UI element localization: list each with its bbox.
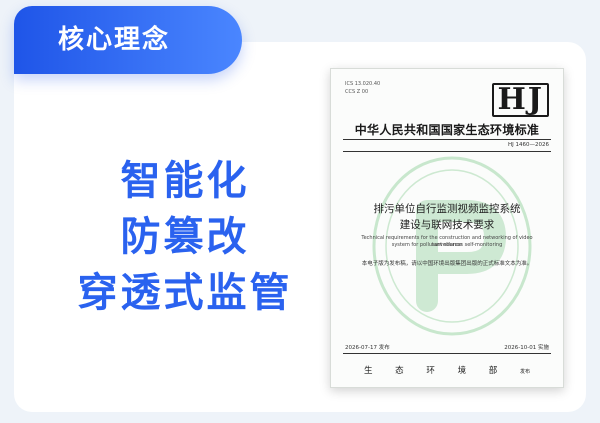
slogan-line-3: 穿透式监管: [77, 270, 293, 316]
issuer: 生 态 环 境 部 发布: [331, 364, 563, 376]
footer-rule: [343, 353, 551, 354]
header-tab: 核心理念: [14, 6, 242, 74]
ccs-code: CCS Z 00: [345, 89, 369, 95]
implementation-date: 2026-10-01 实施: [504, 345, 549, 351]
standard-document-cover: ICS 13.020.40 CCS Z 00 HJ 中华人民共和国国家生态环境标…: [330, 68, 564, 388]
english-title-line-2: system for pollutant sources self-monito…: [391, 242, 503, 248]
issuer-name: 生 态 环 境 部: [363, 366, 508, 376]
issue-date: 2026-07-17 发布: [345, 345, 390, 351]
standard-number: HJ 1460—2026: [507, 142, 549, 148]
header-rule: [343, 139, 551, 140]
ics-code: ICS 13.020.40: [345, 81, 381, 87]
release-note: 本电子版为发布稿，请以中国环境出版集团出版的正式标准文本为准。: [361, 261, 533, 267]
issuer-suffix: 发布: [520, 369, 531, 375]
hj-mark: HJ: [492, 83, 549, 117]
header-title: 核心理念: [58, 25, 171, 55]
slogan-line-2: 防篡改: [120, 214, 250, 260]
issuing-standard-type: 中华人民共和国国家生态环境标准: [354, 123, 540, 137]
slogan-line-1: 智能化: [120, 158, 250, 204]
header-rule-2: [343, 151, 551, 152]
doc-title-line-2: 建设与联网技术要求: [399, 219, 495, 231]
doc-title-line-1: 排污单位自行监测视频监控系统: [373, 203, 521, 215]
